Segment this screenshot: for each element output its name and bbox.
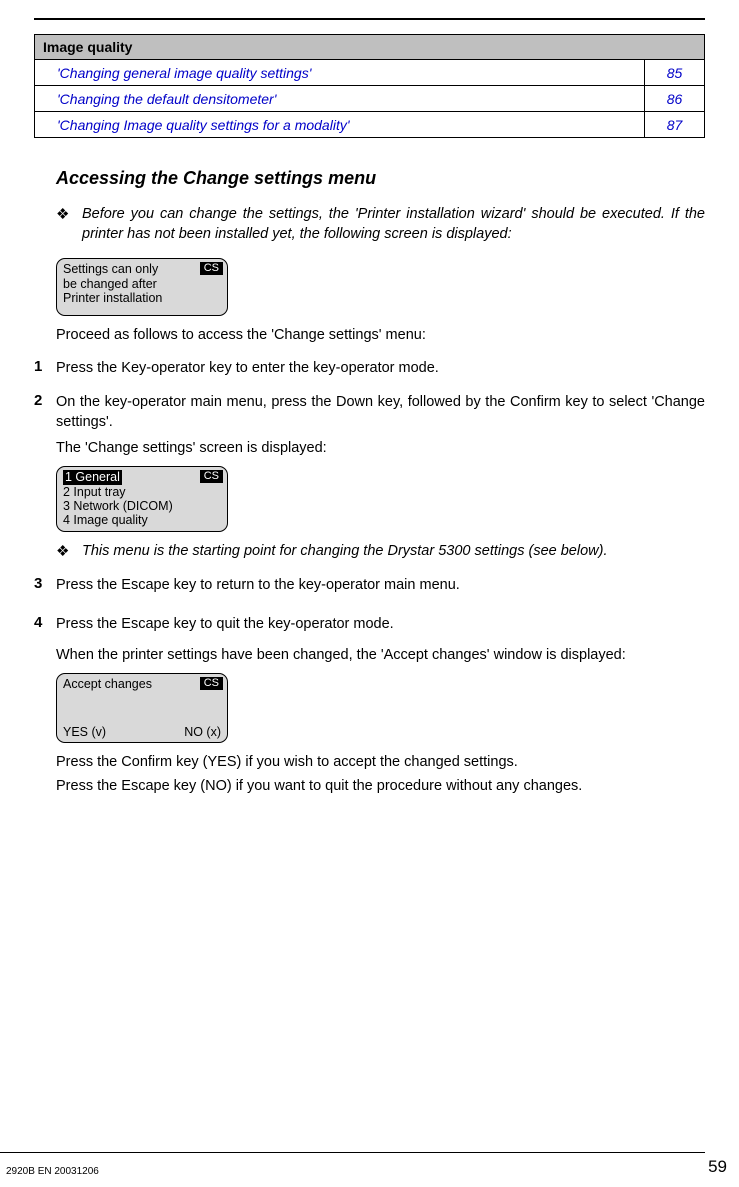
- cs-badge: CS: [200, 470, 223, 483]
- step-subtext: When the printer settings have been chan…: [56, 646, 705, 666]
- toc-table: Image quality 'Changing general image qu…: [34, 34, 705, 138]
- toc-header: Image quality: [35, 35, 705, 60]
- toc-page[interactable]: 87: [645, 112, 705, 138]
- lcd-screen-install-warning: CS Settings can only be changed after Pr…: [56, 258, 228, 316]
- step-text: Press the Escape key to return to the ke…: [56, 575, 705, 595]
- body-text: Proceed as follows to access the 'Change…: [56, 326, 705, 346]
- lcd-yes-option: YES (v): [63, 725, 106, 739]
- cs-badge: CS: [200, 262, 223, 275]
- toc-link[interactable]: 'Changing the default densitometer': [35, 86, 645, 112]
- body-text: Press the Escape key (NO) if you want to…: [56, 777, 705, 797]
- toc-link[interactable]: 'Changing Image quality settings for a m…: [35, 112, 645, 138]
- step-text: Press the Escape key to quit the key-ope…: [56, 614, 705, 634]
- step-number: 4: [34, 614, 56, 666]
- section-heading: Accessing the Change settings menu: [56, 168, 705, 189]
- step-number: 3: [34, 575, 56, 595]
- note-text: This menu is the starting point for chan…: [82, 542, 705, 562]
- page-footer: 2920B EN 20031206 59: [0, 1152, 739, 1177]
- lcd-line: be changed after: [63, 277, 223, 291]
- lcd-line-selected: 1 General: [63, 470, 122, 484]
- toc-page[interactable]: 86: [645, 86, 705, 112]
- lcd-line: 4 Image quality: [63, 513, 223, 527]
- step-number: 1: [34, 358, 56, 378]
- diamond-bullet-icon: ❖: [56, 542, 82, 562]
- lcd-screen-accept-changes: CS Accept changes YES (v) NO (x): [56, 673, 228, 743]
- toc-page[interactable]: 85: [645, 60, 705, 86]
- body-text: Press the Confirm key (YES) if you wish …: [56, 753, 705, 773]
- footer-page-number: 59: [708, 1157, 735, 1177]
- lcd-line: Printer installation: [63, 291, 223, 305]
- lcd-no-option: NO (x): [184, 725, 221, 739]
- diamond-bullet-icon: ❖: [56, 205, 82, 244]
- toc-link[interactable]: 'Changing general image quality settings…: [35, 60, 645, 86]
- step-subtext: The 'Change settings' screen is displaye…: [56, 439, 705, 459]
- step-number: 2: [34, 392, 56, 458]
- lcd-screen-change-settings: CS 1 General 2 Input tray 3 Network (DIC…: [56, 466, 228, 532]
- step-text: On the key-operator main menu, press the…: [56, 392, 705, 433]
- note-text: Before you can change the settings, the …: [82, 205, 705, 244]
- step-text: Press the Key-operator key to enter the …: [56, 358, 705, 378]
- lcd-line: 2 Input tray: [63, 485, 223, 499]
- cs-badge: CS: [200, 677, 223, 690]
- lcd-line: 3 Network (DICOM): [63, 499, 223, 513]
- footer-doc-id: 2920B EN 20031206: [6, 1166, 99, 1177]
